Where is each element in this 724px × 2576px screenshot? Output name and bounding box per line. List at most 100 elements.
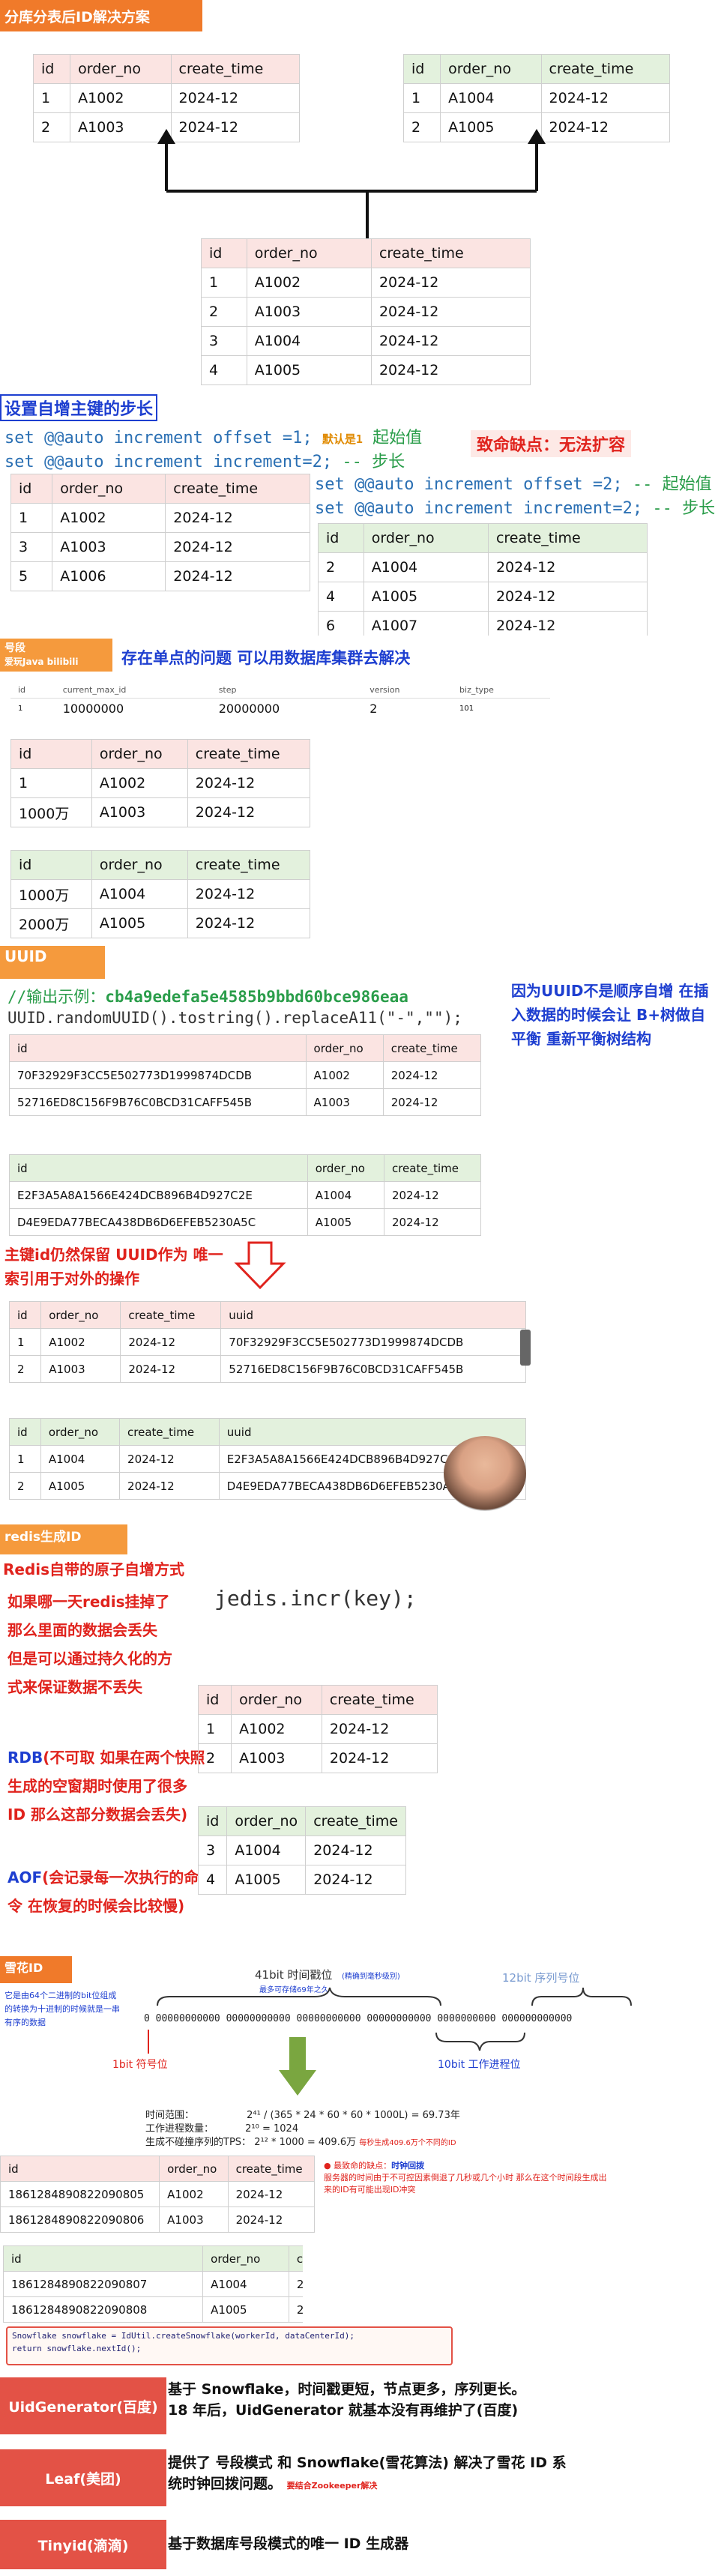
redis-paragraph-1: 如果哪一天redis挂掉了 那么里面的数据会丢失 但是可以通过持久化的方式来保证… (7, 1593, 172, 1696)
defect-label: ● 最致命的缺点： (324, 2161, 392, 2171)
table-cell: A1003 (305, 1088, 384, 1116)
table-cell: 2 (369, 702, 378, 716)
table-cell: A1004 (226, 1836, 307, 1865)
rdb-label: RDB (7, 1749, 43, 1767)
redis-paragraph-3: AOF(会记录每一次执行的命令 在恢复的时候会比较慢) (7, 1863, 205, 1920)
scroll-handle[interactable] (520, 1330, 531, 1366)
table-cell: 2024-12 (165, 503, 310, 533)
merge-arrows (157, 129, 546, 238)
table-cell: 2024-12 (487, 582, 648, 612)
tinyid-desc: 基于数据库号段模式的唯一 ID 生成器 (168, 2536, 409, 2552)
table-cell: 2 (201, 297, 247, 327)
leaf-desc: 提供了 号段模式 和 Snowflake(雪花算法) 解决了雪花 ID 系统时钟… (168, 2452, 573, 2497)
code-increment-1: set @@auto increment increment=2; -- 步长 (4, 448, 405, 472)
table-cell: 2024-12 (187, 908, 311, 938)
code-note: 默认是1 (322, 432, 363, 446)
table-cell: 2024-12 (321, 1743, 438, 1773)
uuid-index-table-1: id order_no create_time uuid 1 A1002 2024-12 70… (8, 1301, 526, 1383)
column-header: create_time (187, 850, 311, 880)
column-header: create_time (487, 523, 648, 553)
snowflake-calcs: 时间范围： 2⁴¹ / (365 * 24 * 60 * 60 * 1000L)… (145, 2109, 460, 2150)
table-row: 70F32929F3CC5E502773D1999874DCDB A1002 202… (9, 1061, 482, 1089)
segment-note: 存在单点的问题 可以用数据库集群去解决 (121, 649, 411, 667)
table-row: 5 A1006 2024-12 (10, 561, 310, 591)
table-cell: 2024-12 (187, 797, 311, 827)
column-header: create_time (227, 2156, 316, 2182)
leaf-label: Leaf(美团) (0, 2449, 166, 2506)
uidgenerator-label: UidGenerator(百度) (0, 2377, 166, 2434)
column-header: id (10, 474, 53, 504)
section-title-3: 号段 爱玩Java bilibili (0, 639, 112, 672)
table-row: D4E9EDA77BECA438DB6D6EFEB5230A5C A1005 202… (9, 1208, 482, 1236)
table-header-row: id order_no create_time uuid (8, 1301, 526, 1329)
table-cell: A1005 (363, 582, 489, 612)
table-cell: A1002 (159, 2181, 229, 2207)
column-header: id (10, 739, 92, 769)
segment-db1-table: id order_no create_time 1 A1002 2024-12 1000万 A… (10, 739, 311, 827)
column-header: order_no (226, 1806, 307, 1836)
column-header: order_no (40, 1301, 121, 1329)
table-cell: 2024-12 (370, 297, 531, 327)
table-row: 4 A1005 2024-12 (201, 355, 531, 385)
table-cell: A1005 (91, 908, 188, 938)
table-cell: A1002 (231, 1714, 322, 1744)
uuid-note-2: 主键id仍然保留 UUID作为 唯一索引用于对外的操作 (4, 1246, 223, 1288)
table-cell: A1005 (202, 2296, 289, 2323)
table-cell: 2024-12 (370, 268, 531, 298)
table-cell: 3 (201, 326, 247, 356)
table-cell: 1 (201, 268, 247, 298)
table-cell: 4 (201, 355, 247, 385)
column-header: order_no (231, 1685, 322, 1715)
table-row: 1861284890822090808A10052024 (3, 2296, 303, 2323)
table-cell: A1005 (40, 1472, 121, 1500)
table-cell: 3 (197, 1836, 228, 1865)
table-cell: 52716ED8C156F9B76C0BCD31CAFF545B (220, 1355, 526, 1383)
table-header-row: id order_no create_time (0, 2156, 316, 2182)
table-row: 3 A1004 2024-12 (201, 326, 531, 356)
table-header-row: id order_no create_time (10, 474, 310, 504)
column-header: order_no (363, 523, 489, 553)
table-cell: 101 (459, 705, 474, 713)
table-row: 4 A1005 2024-12 (318, 582, 648, 612)
table-cell: A1004 (91, 879, 188, 909)
column-header: order_no (52, 474, 166, 504)
table-cell: A1002 (246, 268, 372, 298)
table-cell: 2024-12 (487, 552, 648, 582)
uidgenerator-desc: 基于 Snowflake，时间戳更短，节点更多，序列更长。18 年后，UidGe… (168, 2381, 526, 2419)
column-header: id (201, 238, 247, 268)
table-cell: 2024-12 (382, 1061, 482, 1089)
segment-table: id current_max_id step version biz_type 1 1000… (10, 682, 550, 719)
code-offset-1: set @@auto increment offset =1; 默认是1 起始值 (4, 424, 422, 448)
section-title-text: redis生成ID (4, 1530, 82, 1545)
table-row: 1 A1002 2024-12 (10, 503, 310, 533)
table-cell: A1003 (231, 1743, 322, 1773)
table-row: 1861284890822090806 A1003 2024-12 (0, 2207, 316, 2233)
table-cell: 2024-12 (227, 2207, 316, 2233)
table-cell: 4 (318, 582, 364, 612)
column-header: id (9, 1154, 308, 1182)
calc-label: 生成不碰撞序列的TPS： (145, 2137, 252, 2148)
table-cell: 2024-12 (383, 1208, 482, 1236)
merged-table: id order_no create_time 1 A1002 2024-12 2 A1003… (201, 238, 531, 385)
table-cell: 2024-12 (120, 1328, 222, 1356)
table-cell: 2024-12 (165, 532, 310, 562)
table-cell: 2 (197, 1743, 232, 1773)
code-comment: //输出示例： (7, 988, 106, 1006)
column-header: biz_type (452, 682, 550, 699)
column-header: create_time (119, 1418, 220, 1446)
code-comment: -- 步长 (652, 499, 716, 518)
defect-text: 服务器的时间由于不可控因素倒退了几秒或几个小时 那么在这个时间段生成出来的ID有… (324, 2173, 607, 2195)
table-cell: A1006 (52, 561, 166, 591)
table-cell: 2024-12 (382, 1088, 482, 1116)
code-comment: -- 步长 (342, 453, 405, 471)
table-row: 1 10000000 20000000 2 101 (10, 699, 550, 720)
down-arrow-icon (234, 1241, 286, 1290)
table-cell: 70F32929F3CC5E502773D1999874DCDB (9, 1061, 307, 1089)
calc-value: 2¹⁰ = 1024 (245, 2123, 299, 2135)
table-cell: 6 (318, 611, 364, 636)
redis-subtitle: Redis自带的原子自增方式 (3, 1560, 185, 1578)
table-cell: A1007 (363, 611, 489, 636)
snowflake-bits: 0 00000000000 00000000000 00000000000 00… (144, 2013, 573, 2024)
section-title-2: 设置自增主键的步长 (0, 394, 158, 421)
table-row: 4 A1005 2024-12 (197, 1865, 406, 1895)
